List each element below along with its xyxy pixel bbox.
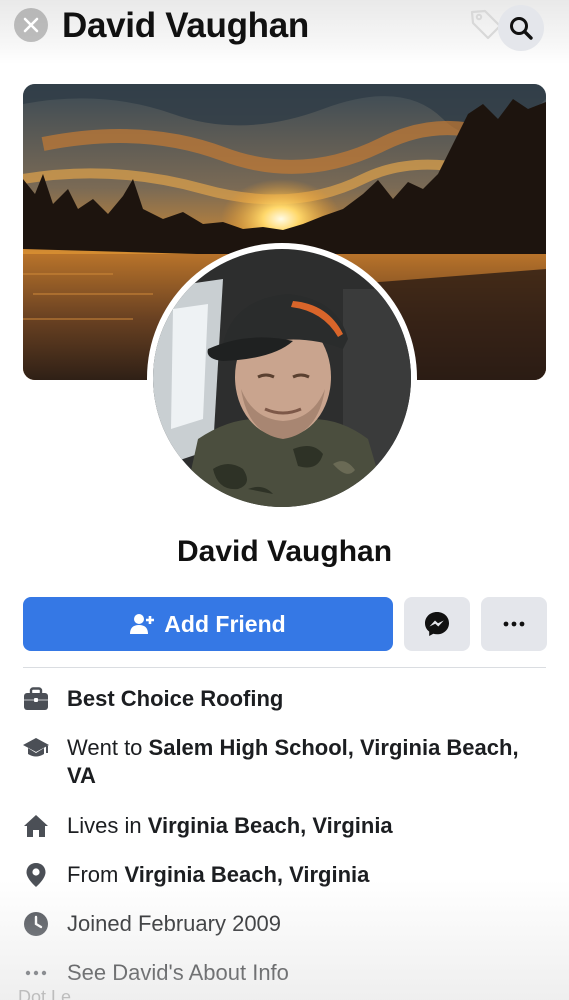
profile-avatar[interactable]: [147, 243, 417, 513]
divider: [23, 667, 546, 668]
profile-name: David Vaughan: [176, 535, 393, 568]
graduation-cap-icon: [22, 734, 50, 762]
top-bar: David Vaughan: [0, 0, 569, 64]
more-options-button[interactable]: [481, 597, 547, 651]
info-work-text: Best Choice Roofing: [67, 686, 284, 711]
close-icon: [23, 17, 39, 33]
home-icon: [22, 812, 50, 840]
add-friend-label: Add Friend: [164, 610, 286, 637]
briefcase-icon: [22, 685, 50, 713]
see-about-info-text[interactable]: See David's About Info: [67, 959, 552, 987]
info-lives-in[interactable]: Lives in Virginia Beach, Virginia: [22, 812, 552, 840]
more-dots-icon: [22, 959, 50, 987]
search-icon: [510, 17, 533, 40]
see-about-info-link[interactable]: See David's About Info: [22, 959, 552, 987]
location-pin-icon: [22, 861, 50, 889]
info-joined-text: Joined February 2009: [67, 911, 282, 936]
info-from-location[interactable]: Virginia Beach, Virginia: [124, 862, 369, 887]
info-lives-prefix: Lives in: [67, 813, 148, 838]
info-lives-location[interactable]: Virginia Beach, Virginia: [148, 813, 393, 838]
search-button[interactable]: [498, 5, 544, 51]
info-from-prefix: From: [67, 862, 125, 887]
info-education-prefix: Went to: [67, 735, 149, 760]
info-work[interactable]: Best Choice Roofing: [22, 685, 552, 713]
info-education[interactable]: Went to Salem High School, Virginia Beac…: [22, 734, 552, 790]
message-button[interactable]: [404, 597, 470, 651]
story-caption: Dot Le: [18, 987, 72, 1000]
add-person-icon: [130, 614, 155, 634]
add-friend-button[interactable]: Add Friend: [23, 597, 393, 651]
close-button[interactable]: [14, 8, 48, 42]
info-joined: Joined February 2009: [22, 910, 552, 938]
page-title: David Vaughan: [62, 6, 309, 45]
messenger-icon: [425, 612, 449, 636]
info-from[interactable]: From Virginia Beach, Virginia: [22, 861, 552, 889]
more-dots-icon: [503, 621, 525, 627]
clock-icon: [22, 910, 50, 938]
